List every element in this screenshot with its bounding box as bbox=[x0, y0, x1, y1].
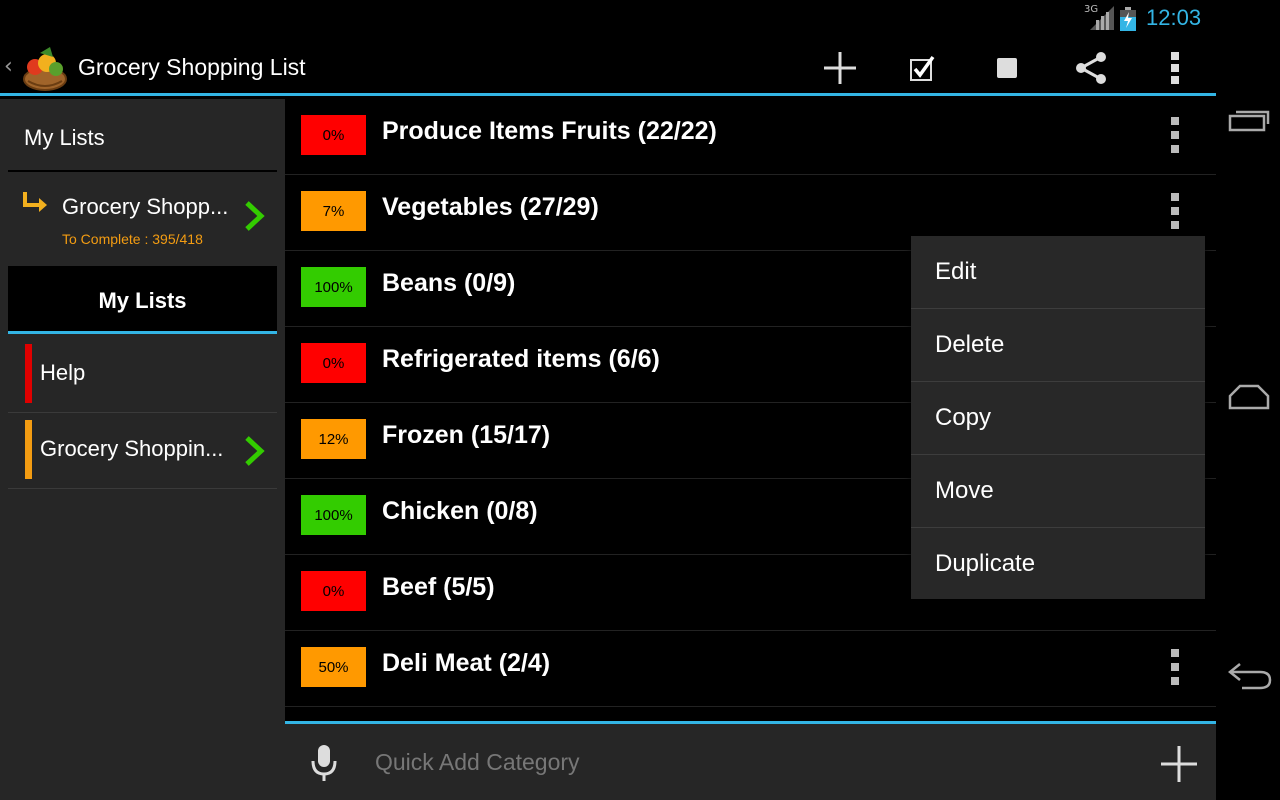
list-color-bar bbox=[25, 344, 32, 403]
back-icon[interactable] bbox=[1226, 656, 1272, 696]
home-icon[interactable] bbox=[1226, 378, 1272, 418]
category-name: Chicken (0/8) bbox=[382, 497, 538, 525]
sidebar: My Lists Grocery Shopp... To Complete : … bbox=[0, 99, 285, 800]
add-icon bbox=[824, 52, 856, 84]
menu-item-edit[interactable]: Edit bbox=[911, 236, 1205, 309]
menu-item-move[interactable]: Move bbox=[911, 455, 1205, 528]
check-all-icon bbox=[910, 55, 935, 81]
category-row[interactable]: 50% Deli Meat (2/4) bbox=[285, 631, 1216, 707]
app-title: Grocery Shopping List bbox=[78, 54, 306, 80]
category-name: Refrigerated items (6/6) bbox=[382, 345, 660, 373]
menu-item-label: Move bbox=[935, 477, 994, 504]
signal-icon bbox=[1090, 6, 1114, 30]
percent-badge: 100% bbox=[301, 495, 366, 535]
sidebar-header: My Lists bbox=[8, 99, 277, 172]
app-logo-icon[interactable] bbox=[20, 43, 70, 93]
sidebar-item-help[interactable]: Help bbox=[8, 337, 277, 413]
current-list[interactable]: Grocery Shopp... To Complete : 395/418 bbox=[8, 174, 277, 264]
menu-item-delete[interactable]: Delete bbox=[911, 309, 1205, 382]
tab-my-lists-label: My Lists bbox=[98, 288, 187, 313]
quick-add-category-input[interactable] bbox=[375, 740, 1075, 784]
percent-badge: 12% bbox=[301, 419, 366, 459]
overflow-icon[interactable] bbox=[1163, 115, 1187, 155]
sidebar-item-grocery-shopping[interactable]: Grocery Shoppin... bbox=[8, 413, 277, 489]
category-name: Deli Meat (2/4) bbox=[382, 649, 551, 677]
uncheck-all-icon bbox=[997, 58, 1017, 78]
share-button[interactable] bbox=[1069, 46, 1113, 90]
chevron-right-icon bbox=[245, 201, 265, 231]
menu-item-label: Edit bbox=[935, 258, 977, 285]
add-button[interactable] bbox=[818, 46, 862, 90]
sidebar-item-label: Grocery Shoppin... bbox=[40, 436, 224, 461]
sub-arrow-icon bbox=[23, 192, 47, 212]
percent-badge: 50% bbox=[301, 647, 366, 687]
sidebar-item-label: Help bbox=[40, 360, 86, 385]
action-bar: ‹ Grocery Shopping List bbox=[0, 38, 1216, 96]
quick-add-bar bbox=[285, 724, 1216, 800]
menu-item-label: Copy bbox=[935, 404, 992, 431]
category-name: Beef (5/5) bbox=[382, 573, 495, 601]
add-icon[interactable] bbox=[1159, 744, 1199, 784]
check-all-button[interactable] bbox=[901, 46, 945, 90]
percent-badge: 0% bbox=[301, 571, 366, 611]
tab-my-lists[interactable]: My Lists bbox=[8, 266, 277, 334]
status-bar: 3G 12:03 bbox=[0, 0, 1216, 38]
overflow-icon[interactable] bbox=[1163, 191, 1187, 231]
menu-item-copy[interactable]: Copy bbox=[911, 382, 1205, 455]
category-name: Beans (0/9) bbox=[382, 269, 516, 297]
percent-badge: 7% bbox=[301, 191, 366, 231]
category-name: Frozen (15/17) bbox=[382, 421, 551, 449]
overflow-menu-button[interactable] bbox=[1153, 46, 1197, 90]
uncheck-all-button[interactable] bbox=[985, 46, 1029, 90]
category-name: Vegetables (27/29) bbox=[382, 193, 599, 221]
percent-badge: 100% bbox=[301, 267, 366, 307]
overflow-icon bbox=[1171, 52, 1179, 84]
menu-item-label: Delete bbox=[935, 331, 1005, 358]
up-chevron-icon[interactable]: ‹ bbox=[4, 54, 13, 79]
list-color-bar bbox=[25, 420, 32, 479]
share-icon bbox=[1076, 52, 1106, 84]
menu-item-duplicate[interactable]: Duplicate bbox=[911, 528, 1205, 601]
percent-badge: 0% bbox=[301, 343, 366, 383]
current-list-name: Grocery Shopp... bbox=[62, 194, 229, 219]
to-complete-count: To Complete : 395/418 bbox=[62, 231, 203, 247]
recent-apps-icon[interactable] bbox=[1226, 100, 1272, 140]
clock: 12:03 bbox=[1146, 5, 1202, 30]
overflow-icon[interactable] bbox=[1163, 647, 1187, 687]
microphone-icon[interactable] bbox=[309, 744, 339, 782]
battery-icon bbox=[1120, 7, 1136, 31]
category-row[interactable]: 0% Produce Items Fruits (22/22) bbox=[285, 99, 1216, 175]
category-name: Produce Items Fruits (22/22) bbox=[382, 117, 717, 145]
system-nav-bar bbox=[1216, 0, 1280, 800]
context-menu: Edit Delete Copy Move Duplicate bbox=[911, 236, 1205, 599]
chevron-right-icon bbox=[245, 436, 265, 466]
sidebar-header-label: My Lists bbox=[24, 125, 105, 150]
menu-item-label: Duplicate bbox=[935, 550, 1036, 577]
percent-badge: 0% bbox=[301, 115, 366, 155]
